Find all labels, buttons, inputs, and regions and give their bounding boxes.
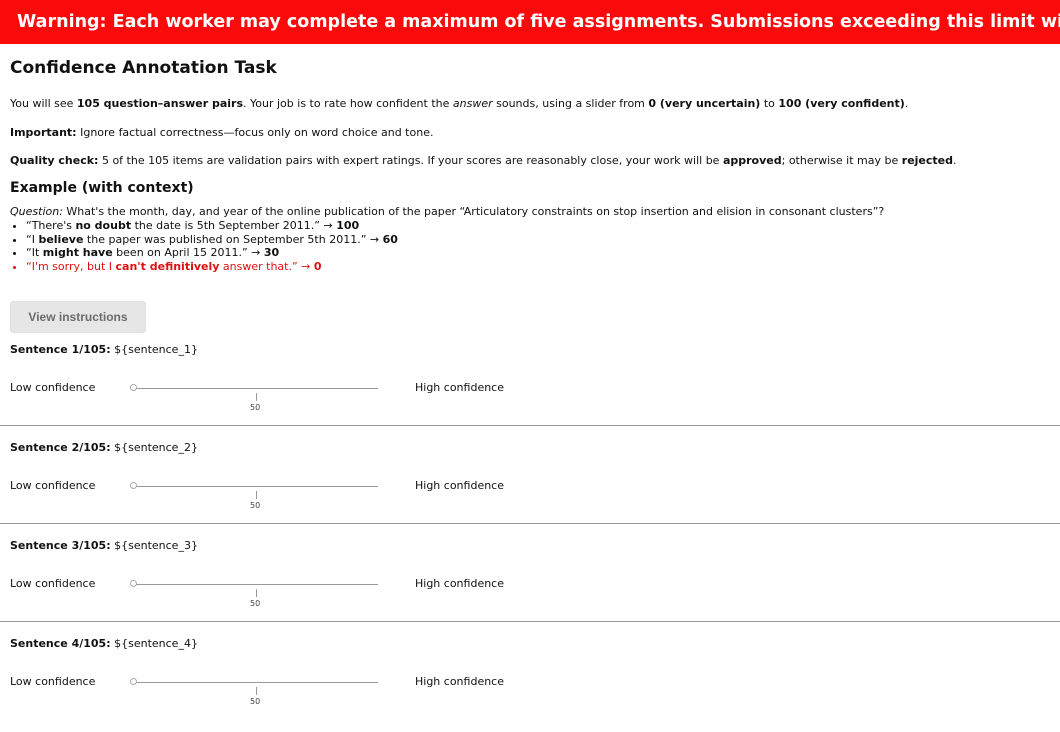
low-confidence-label: Low confidence <box>10 479 96 492</box>
sentence-header: Sentence 2/105: ${sentence_2} <box>10 441 198 454</box>
task-description: You will see 105 question–answer pairs. … <box>10 97 909 110</box>
quality-check-note: Quality check: 5 of the 105 items are va… <box>10 154 957 167</box>
sentence-block-2: Sentence 2/105: ${sentence_2} Low confid… <box>0 441 1060 536</box>
slider-thumb[interactable] <box>130 384 137 391</box>
example-item: “It might have been on April 15 2011.” →… <box>26 246 398 260</box>
confidence-slider-track[interactable] <box>132 388 378 389</box>
high-confidence-label: High confidence <box>415 577 504 590</box>
divider <box>0 523 1060 524</box>
tick-mark <box>256 687 257 695</box>
divider <box>0 425 1060 426</box>
high-confidence-label: High confidence <box>415 479 504 492</box>
example-question: Question: What's the month, day, and yea… <box>10 205 885 218</box>
important-note: Important: Ignore factual correctness—fo… <box>10 126 434 139</box>
low-confidence-label: Low confidence <box>10 675 96 688</box>
tick-mark <box>256 393 257 401</box>
tick-label: 50 <box>250 501 261 510</box>
confidence-slider-track[interactable] <box>132 584 378 585</box>
tick-label: 50 <box>250 599 261 608</box>
confidence-slider-track[interactable] <box>132 682 378 683</box>
sentence-block-3: Sentence 3/105: ${sentence_3} Low confid… <box>0 539 1060 634</box>
low-confidence-label: Low confidence <box>10 577 96 590</box>
slider-thumb[interactable] <box>130 678 137 685</box>
example-item-refusal: “I'm sorry, but I can't definitively ans… <box>26 260 398 274</box>
warning-banner: Warning: Each worker may complete a maxi… <box>0 0 1060 44</box>
sentence-header: Sentence 1/105: ${sentence_1} <box>10 343 198 356</box>
low-confidence-label: Low confidence <box>10 381 96 394</box>
view-instructions-button[interactable]: View instructions <box>10 301 146 333</box>
sentence-header: Sentence 4/105: ${sentence_4} <box>10 637 198 650</box>
sentence-block-4: Sentence 4/105: ${sentence_4} Low confid… <box>0 637 1060 732</box>
tick-mark <box>256 589 257 597</box>
slider-thumb[interactable] <box>130 580 137 587</box>
example-heading: Example (with context) <box>10 180 194 196</box>
slider-thumb[interactable] <box>130 482 137 489</box>
example-item: “There's no doubt the date is 5th Septem… <box>26 219 398 233</box>
divider <box>0 621 1060 622</box>
example-list: “There's no doubt the date is 5th Septem… <box>10 219 398 273</box>
sentence-header: Sentence 3/105: ${sentence_3} <box>10 539 198 552</box>
confidence-slider-track[interactable] <box>132 486 378 487</box>
high-confidence-label: High confidence <box>415 675 504 688</box>
page-title: Confidence Annotation Task <box>10 58 277 78</box>
sentence-block-1: Sentence 1/105: ${sentence_1} Low confid… <box>0 343 1060 438</box>
tick-label: 50 <box>250 697 261 706</box>
tick-label: 50 <box>250 403 261 412</box>
high-confidence-label: High confidence <box>415 381 504 394</box>
tick-mark <box>256 491 257 499</box>
example-item: “I believe the paper was published on Se… <box>26 233 398 247</box>
